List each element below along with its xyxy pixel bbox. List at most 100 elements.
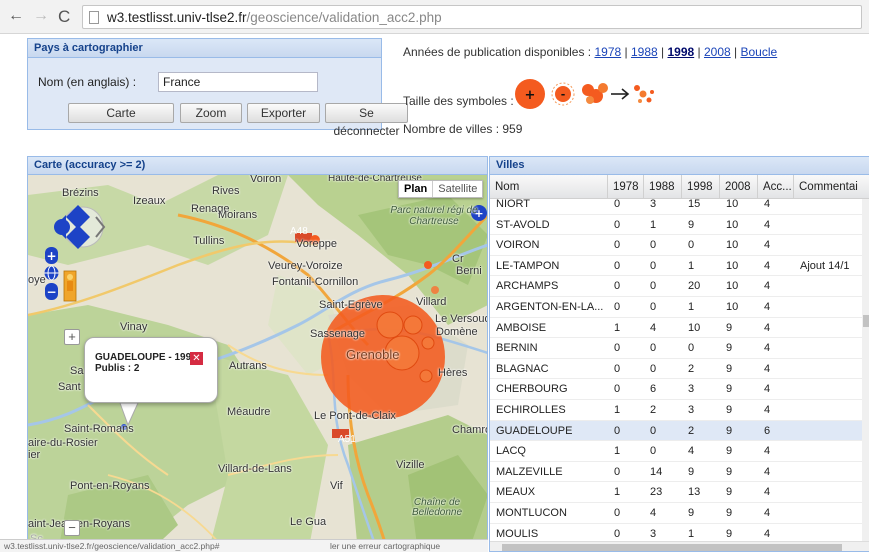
- table-row[interactable]: ST-AVOLD 0 1 9 10 4: [490, 215, 862, 236]
- table-row[interactable]: MALZEVILLE 0 14 9 9 4: [490, 462, 862, 483]
- globe-icon[interactable]: [44, 265, 59, 281]
- name-label: Nom (en anglais) :: [38, 75, 137, 89]
- table-row[interactable]: ARGENTON-EN-LA... 0 0 1 10 4: [490, 297, 862, 318]
- table-cell: VOIRON: [496, 239, 540, 252]
- map-type-satellite-button[interactable]: Satellite: [433, 181, 482, 197]
- table-row[interactable]: CHERBOURG 0 6 3 9 4: [490, 379, 862, 400]
- table-row[interactable]: AMBOISE 1 4 10 9 4: [490, 318, 862, 339]
- loop-link[interactable]: Boucle: [740, 45, 777, 59]
- table-row[interactable]: ECHIROLLES 1 2 3 9 4: [490, 400, 862, 421]
- table-cell: [794, 524, 862, 541]
- table-cell: [794, 379, 862, 399]
- col-header-1988[interactable]: 1988: [644, 175, 682, 199]
- table-cell: 10: [726, 280, 739, 293]
- table-cell: GUADELOUPE: [496, 424, 573, 437]
- logout-button[interactable]: Se déconnecter: [325, 103, 408, 138]
- mini-zoom-minus-icon[interactable]: −: [64, 520, 80, 536]
- table-cell: 4: [764, 280, 771, 293]
- table-cell: 0: [650, 301, 657, 313]
- table-cell: 4: [764, 301, 771, 313]
- year-link-1998[interactable]: 1998: [667, 45, 694, 59]
- table-row[interactable]: MONTLUCON 0 4 9 9 4: [490, 503, 862, 524]
- reload-icon[interactable]: C: [58, 7, 70, 27]
- country-name-input[interactable]: [158, 72, 318, 92]
- table-cell: 0: [614, 527, 621, 540]
- report-error-link[interactable]: ler une erreur cartographique: [330, 541, 440, 551]
- symbol-increase-icon[interactable]: +: [515, 79, 545, 109]
- table-cell: [794, 338, 862, 358]
- table-cell: BERNIN: [496, 342, 538, 355]
- table-row[interactable]: LACQ 1 0 4 9 4: [490, 441, 862, 462]
- symbol-decrease-icon[interactable]: -: [551, 82, 575, 106]
- map-label-left-sa: Sa: [70, 365, 84, 377]
- map-label-parc-chartreuse: Parc naturel régi de Chartreuse: [390, 205, 478, 227]
- table-row[interactable]: NIORT 0 3 15 10 4: [490, 199, 862, 215]
- map-label-a51: A51: [338, 434, 356, 445]
- table-cell: 0: [688, 239, 695, 252]
- table-cell: 10: [726, 239, 739, 252]
- map-label-vif: Vif: [330, 480, 343, 492]
- map-label-left-sant: Sant: [58, 381, 81, 393]
- col-header-2008[interactable]: 2008: [720, 175, 758, 199]
- col-header-1978[interactable]: 1978: [608, 175, 644, 199]
- city-count: Nombre de villes : 959: [403, 122, 523, 136]
- col-header-accuracy[interactable]: Acc...: [758, 175, 794, 199]
- table-row[interactable]: VOIRON 0 0 0 10 4: [490, 235, 862, 256]
- map-label-pont-de-claix: Le Pont-de-Claix: [314, 410, 396, 422]
- horizontal-scrollbar[interactable]: [490, 541, 869, 551]
- table-row[interactable]: ARCHAMPS 0 0 20 10 4: [490, 276, 862, 297]
- table-cell: 4: [764, 259, 771, 272]
- table-cell: 1: [614, 486, 621, 499]
- col-header-1998[interactable]: 1998: [682, 175, 720, 199]
- mini-zoom-plus-icon[interactable]: +: [64, 329, 80, 345]
- export-button[interactable]: Exporter: [247, 103, 320, 123]
- map-label-bernin: Berni: [456, 265, 482, 277]
- map-label-aire-du-rosier: aire-du-Rosier: [28, 437, 98, 449]
- back-arrow-icon[interactable]: ←: [8, 7, 24, 25]
- col-header-nom[interactable]: Nom: [490, 175, 608, 199]
- table-cell: 9: [726, 321, 733, 334]
- table-row[interactable]: BERNIN 0 0 0 9 4: [490, 338, 862, 359]
- year-link-2008[interactable]: 2008: [704, 45, 731, 59]
- publication-years: Années de publication disponibles : 1978…: [403, 45, 778, 59]
- zoom-button[interactable]: Zoom: [180, 103, 242, 123]
- table-cell: 2: [650, 404, 657, 416]
- map-canvas[interactable]: + − + Voiron Haute-de-Chartreuse Brézins…: [28, 175, 487, 551]
- table-row[interactable]: LE-TAMPON 0 0 1 10 4 Ajout 14/1: [490, 256, 862, 277]
- table-cell: Ajout 14/1: [800, 259, 850, 272]
- table-cell: BLAGNAC: [496, 362, 549, 375]
- table-cell: 4: [764, 465, 771, 478]
- horizontal-scroll-thumb[interactable]: [502, 544, 842, 551]
- zoom-minus-icon[interactable]: −: [45, 283, 58, 300]
- table-cell: 10: [726, 259, 739, 272]
- vertical-scrollbar[interactable]: [862, 199, 869, 541]
- vertical-scroll-thumb[interactable]: [863, 315, 869, 327]
- table-cell: LACQ: [496, 445, 526, 458]
- table-row[interactable]: BLAGNAC 0 0 2 9 4: [490, 359, 862, 380]
- table-cell: MALZEVILLE: [496, 465, 563, 478]
- table-cell: ARCHAMPS: [496, 280, 559, 293]
- table-cell: 0: [614, 465, 621, 478]
- table-cell: 0: [650, 362, 657, 375]
- map-label-rives: Rives: [212, 185, 240, 197]
- map-label-crolles: Cr: [452, 253, 464, 265]
- table-cell: 4: [764, 486, 771, 499]
- table-cell: 0: [614, 280, 621, 293]
- table-cell: 4: [764, 404, 771, 416]
- pegman-icon[interactable]: [63, 270, 77, 302]
- table-row[interactable]: GUADELOUPE 0 0 2 9 6: [490, 420, 862, 442]
- carte-button[interactable]: Carte: [68, 103, 174, 123]
- symbol-cluster-small-icon: [634, 85, 654, 103]
- table-row[interactable]: MOULIS 0 3 1 9 4: [490, 524, 862, 541]
- year-link-1988[interactable]: 1988: [631, 45, 658, 59]
- close-icon[interactable]: ✕: [190, 352, 203, 365]
- address-bar[interactable]: w3.testlisst.univ-tlse2.fr/geoscience/va…: [82, 5, 862, 29]
- map-type-plan-button[interactable]: Plan: [399, 181, 434, 197]
- map-label-left-ier: ier: [28, 449, 41, 461]
- col-header-commentaire[interactable]: Commentai: [794, 175, 869, 199]
- table-row[interactable]: MEAUX 1 23 13 9 4: [490, 482, 862, 503]
- zoom-plus-icon[interactable]: +: [45, 247, 58, 264]
- table-cell: [794, 318, 862, 338]
- forward-arrow-icon[interactable]: →: [33, 7, 49, 25]
- year-link-1978[interactable]: 1978: [594, 45, 621, 59]
